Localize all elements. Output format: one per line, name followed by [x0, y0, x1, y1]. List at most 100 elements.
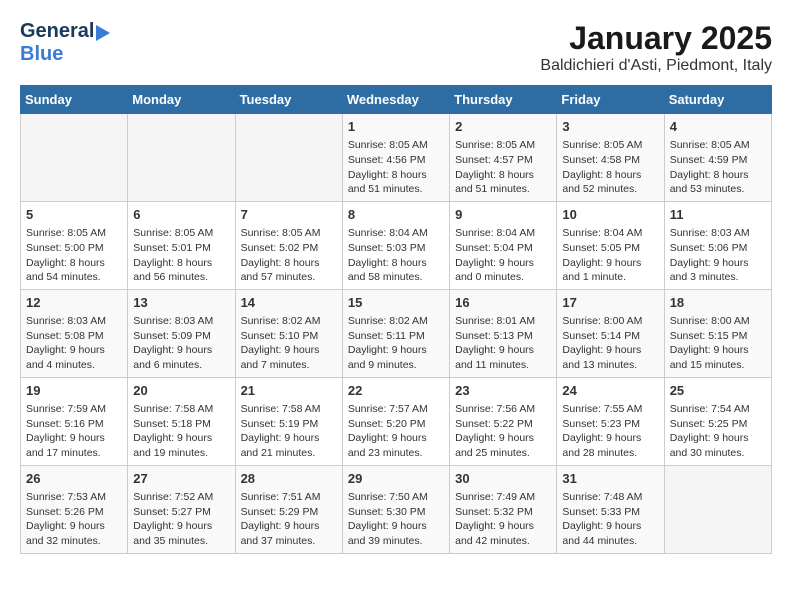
day-content: Sunrise: 8:00 AM	[562, 314, 658, 329]
day-content: Sunset: 5:30 PM	[348, 505, 444, 520]
day-content: Sunset: 5:22 PM	[455, 417, 551, 432]
day-content: Sunset: 5:05 PM	[562, 241, 658, 256]
logo: General Blue	[20, 20, 110, 66]
day-content: Sunrise: 8:00 AM	[670, 314, 766, 329]
calendar-cell: 20Sunrise: 7:58 AMSunset: 5:18 PMDayligh…	[128, 377, 235, 465]
page-header: General Blue January 2025 Baldichieri d'…	[20, 20, 772, 75]
calendar-cell: 23 Sunrise: 7:56 AMSunset: 5:22 PMDayligh…	[450, 377, 557, 465]
day-content: Daylight: 9 hours and 0 minutes.	[455, 256, 551, 285]
calendar-body: 1Sunrise: 8:05 AMSunset: 4:56 PMDaylight…	[21, 114, 772, 554]
calendar-cell: 10 Sunrise: 8:04 AMSunset: 5:05 PMDayligh…	[557, 201, 664, 289]
calendar-cell: 1Sunrise: 8:05 AMSunset: 4:56 PMDaylight…	[342, 114, 449, 202]
day-content: Sunrise: 7:55 AM	[562, 402, 658, 417]
day-content: Sunrise: 7:57 AM	[348, 402, 444, 417]
calendar-cell: 6Sunrise: 8:05 AMSunset: 5:01 PMDaylight…	[128, 201, 235, 289]
day-content: Sunrise: 7:52 AM	[133, 490, 229, 505]
calendar-subtitle: Baldichieri d'Asti, Piedmont, Italy	[540, 57, 772, 75]
calendar-cell	[128, 114, 235, 202]
calendar-cell: 22Sunrise: 7:57 AMSunset: 5:20 PMDayligh…	[342, 377, 449, 465]
day-content: Sunrise: 7:56 AM	[455, 402, 551, 417]
day-content: Sunset: 5:08 PM	[26, 329, 122, 344]
day-content: Sunset: 5:09 PM	[133, 329, 229, 344]
day-number: 11	[670, 206, 766, 224]
calendar-cell: 4Sunrise: 8:05 AMSunset: 4:59 PMDaylight…	[664, 114, 771, 202]
day-content: Sunrise: 7:48 AM	[562, 490, 658, 505]
day-header-row: SundayMondayTuesdayWednesdayThursdayFrid…	[21, 86, 772, 114]
day-content: Sunset: 4:59 PM	[670, 153, 766, 168]
day-content: Sunrise: 8:04 AM	[348, 226, 444, 241]
calendar-table: SundayMondayTuesdayWednesdayThursdayFrid…	[20, 85, 772, 554]
day-content: Daylight: 9 hours and 1 minute.	[562, 256, 658, 285]
day-number: 7	[241, 206, 337, 224]
day-content: Daylight: 9 hours and 35 minutes.	[133, 519, 229, 548]
day-content: Sunrise: 8:02 AM	[241, 314, 337, 329]
day-number: 14	[241, 294, 337, 312]
day-content: Sunset: 5:25 PM	[670, 417, 766, 432]
day-number: 15	[348, 294, 444, 312]
calendar-cell: 2Sunrise: 8:05 AMSunset: 4:57 PMDaylight…	[450, 114, 557, 202]
day-content: Sunrise: 7:59 AM	[26, 402, 122, 417]
day-content: Sunset: 5:13 PM	[455, 329, 551, 344]
calendar-week-1: 1Sunrise: 8:05 AMSunset: 4:56 PMDaylight…	[21, 114, 772, 202]
day-content: Sunset: 5:02 PM	[241, 241, 337, 256]
calendar-week-2: 5Sunrise: 8:05 AMSunset: 5:00 PMDaylight…	[21, 201, 772, 289]
day-content: Sunset: 5:04 PM	[455, 241, 551, 256]
day-number: 18	[670, 294, 766, 312]
day-content: Sunrise: 7:58 AM	[241, 402, 337, 417]
day-content: Daylight: 9 hours and 9 minutes.	[348, 343, 444, 372]
day-number: 19	[26, 382, 122, 400]
day-content: Sunset: 4:57 PM	[455, 153, 551, 168]
calendar-cell: 28Sunrise: 7:51 AMSunset: 5:29 PMDayligh…	[235, 465, 342, 553]
day-number: 20	[133, 382, 229, 400]
day-number: 29	[348, 470, 444, 488]
day-content: Sunrise: 8:05 AM	[348, 138, 444, 153]
calendar-cell: 13Sunrise: 8:03 AMSunset: 5:09 PMDayligh…	[128, 289, 235, 377]
calendar-cell: 19Sunrise: 7:59 AMSunset: 5:16 PMDayligh…	[21, 377, 128, 465]
day-content: Sunrise: 7:54 AM	[670, 402, 766, 417]
day-content: Daylight: 9 hours and 32 minutes.	[26, 519, 122, 548]
day-content: Daylight: 9 hours and 25 minutes.	[455, 431, 551, 460]
day-number: 12	[26, 294, 122, 312]
calendar-cell	[21, 114, 128, 202]
day-content: Daylight: 8 hours and 58 minutes.	[348, 256, 444, 285]
day-content: Sunrise: 8:02 AM	[348, 314, 444, 329]
day-content: Sunset: 5:14 PM	[562, 329, 658, 344]
day-content: Daylight: 8 hours and 51 minutes.	[455, 168, 551, 197]
day-content: Daylight: 8 hours and 54 minutes.	[26, 256, 122, 285]
day-content: Sunset: 5:03 PM	[348, 241, 444, 256]
day-number: 23	[455, 382, 551, 400]
day-number: 22	[348, 382, 444, 400]
calendar-cell: 15Sunrise: 8:02 AMSunset: 5:11 PMDayligh…	[342, 289, 449, 377]
calendar-cell	[235, 114, 342, 202]
calendar-cell	[664, 465, 771, 553]
day-content: Sunset: 5:26 PM	[26, 505, 122, 520]
calendar-cell: 3Sunrise: 8:05 AMSunset: 4:58 PMDaylight…	[557, 114, 664, 202]
calendar-cell: 5Sunrise: 8:05 AMSunset: 5:00 PMDaylight…	[21, 201, 128, 289]
day-content: Sunset: 5:20 PM	[348, 417, 444, 432]
day-content: Daylight: 9 hours and 4 minutes.	[26, 343, 122, 372]
day-content: Sunrise: 8:05 AM	[562, 138, 658, 153]
day-content: Daylight: 9 hours and 7 minutes.	[241, 343, 337, 372]
day-header-thursday: Thursday	[450, 86, 557, 114]
day-number: 24	[562, 382, 658, 400]
day-content: Sunrise: 8:04 AM	[562, 226, 658, 241]
calendar-header: SundayMondayTuesdayWednesdayThursdayFrid…	[21, 86, 772, 114]
day-content: Sunset: 5:10 PM	[241, 329, 337, 344]
day-content: Sunset: 5:01 PM	[133, 241, 229, 256]
day-number: 1	[348, 118, 444, 136]
calendar-cell: 31Sunrise: 7:48 AMSunset: 5:33 PMDayligh…	[557, 465, 664, 553]
calendar-cell: 18Sunrise: 8:00 AMSunset: 5:15 PMDayligh…	[664, 289, 771, 377]
day-content: Daylight: 8 hours and 51 minutes.	[348, 168, 444, 197]
day-header-wednesday: Wednesday	[342, 86, 449, 114]
title-block: January 2025 Baldichieri d'Asti, Piedmon…	[540, 20, 772, 75]
calendar-cell: 17Sunrise: 8:00 AMSunset: 5:14 PMDayligh…	[557, 289, 664, 377]
day-number: 10	[562, 206, 658, 224]
day-content: Sunset: 5:32 PM	[455, 505, 551, 520]
day-content: Sunrise: 8:05 AM	[241, 226, 337, 241]
day-content: Daylight: 9 hours and 28 minutes.	[562, 431, 658, 460]
day-content: Daylight: 8 hours and 57 minutes.	[241, 256, 337, 285]
day-content: Sunrise: 7:51 AM	[241, 490, 337, 505]
logo-triangle-icon	[96, 25, 110, 41]
day-content: Daylight: 9 hours and 21 minutes.	[241, 431, 337, 460]
day-header-saturday: Saturday	[664, 86, 771, 114]
